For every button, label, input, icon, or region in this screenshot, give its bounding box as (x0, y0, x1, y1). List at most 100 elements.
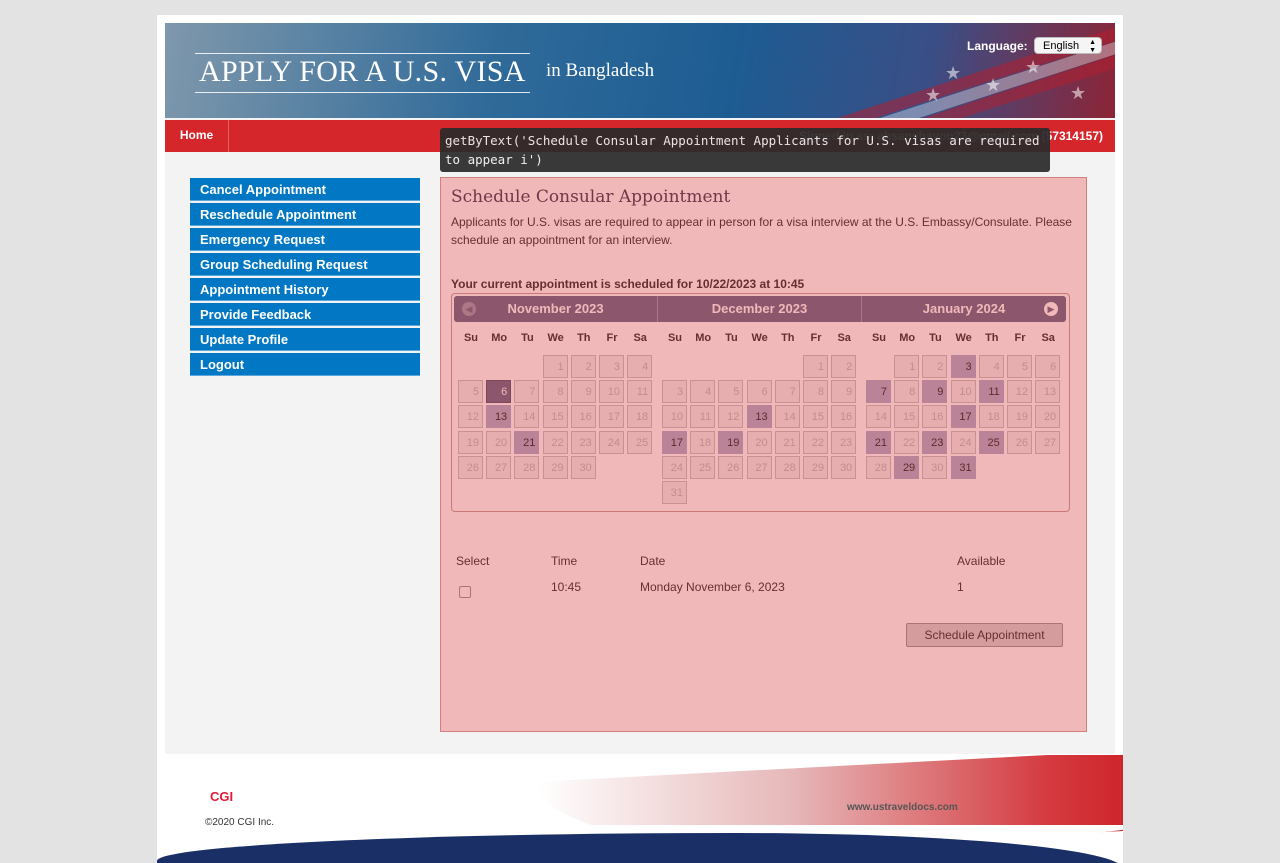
calendar-day: 8 (542, 380, 568, 404)
calendar-day: 19 (458, 430, 483, 454)
calendar-day: 26 (1007, 430, 1032, 454)
slot-header-date: Date (640, 554, 666, 568)
calendar-day: 30 (922, 455, 948, 479)
calendar-day: 30 (570, 455, 596, 479)
calendar-day: 8 (894, 380, 920, 404)
sidebar-item-appointment-history[interactable]: Appointment History (190, 278, 420, 301)
calendar-day-available[interactable]: 21 (866, 430, 891, 454)
page-description: Applicants for U.S. visas are required t… (451, 215, 1072, 247)
language-label: Language: (967, 39, 1028, 53)
sidebar-item-logout[interactable]: Logout (190, 353, 420, 376)
calendar-day: 8 (803, 380, 828, 404)
calendar-day: 9 (831, 380, 857, 404)
calendar-day: 5 (458, 380, 483, 404)
calendar-day-available[interactable]: 3 (950, 355, 976, 378)
calendar-day: 27 (486, 455, 512, 479)
calendar-day: 11 (690, 405, 716, 429)
calendar-day: 15 (803, 405, 828, 429)
weekday-label: We (955, 332, 972, 344)
calendar-day-available[interactable]: 7 (866, 380, 891, 404)
calendar-day: 1 (803, 355, 828, 378)
slot-header-time: Time (551, 554, 578, 568)
calendar-day: 3 (662, 380, 687, 404)
sidebar-item-update-profile[interactable]: Update Profile (190, 328, 420, 351)
weekday-label: Su (667, 332, 683, 344)
calendar-day: 28 (514, 455, 540, 479)
calendar-day: 18 (627, 405, 653, 429)
calendar-day: 15 (542, 405, 568, 429)
schedule-appointment-button[interactable]: Schedule Appointment (906, 623, 1063, 647)
weekday-label: Fr (1014, 332, 1026, 344)
slot-date: Monday November 6, 2023 (640, 580, 785, 594)
calendar-day: 26 (718, 455, 744, 479)
calendar-day: 30 (831, 455, 857, 479)
calendar-day-available[interactable]: 23 (922, 430, 948, 454)
sidebar-item-reschedule-appointment[interactable]: Reschedule Appointment (190, 203, 420, 226)
calendar-day: 15 (894, 405, 920, 429)
calendar-day-available[interactable]: 13 (486, 405, 512, 429)
calendar-day: 14 (774, 405, 800, 429)
calendar-day: 26 (458, 455, 483, 479)
calendar-day: 6 (746, 380, 772, 404)
slot-checkbox[interactable] (459, 586, 471, 598)
calendar-day: 2 (570, 355, 596, 378)
calendar-day-available[interactable]: 25 (978, 430, 1004, 454)
weekday-label: Mo (491, 332, 508, 344)
next-month-icon[interactable]: ▶ (1044, 302, 1058, 316)
weekday-label: We (547, 332, 564, 344)
prev-month-icon[interactable]: ◀ (462, 302, 476, 316)
calendar-day: 16 (570, 405, 596, 429)
sidebar-item-emergency-request[interactable]: Emergency Request (190, 228, 420, 251)
slot-available: 1 (957, 580, 964, 594)
calendar-day-available[interactable]: 11 (978, 380, 1004, 404)
calendar-day: 18 (690, 430, 716, 454)
calendar-day-available[interactable]: 19 (718, 430, 744, 454)
star-icon: ★ (1025, 57, 1042, 77)
page-title: Schedule Consular Appointment (451, 187, 731, 207)
calendar-day: 4 (690, 380, 716, 404)
footer: CGI ©2020 CGI Inc. www.ustraveldocs.com (157, 755, 1123, 863)
star-icon: ★ (985, 75, 1002, 95)
datepicker-header: November 2023 December 2023 January 2024… (454, 296, 1066, 322)
calendar-day-selected[interactable]: 6 (486, 380, 512, 404)
language-select[interactable]: English ▲ ▼ (1034, 37, 1102, 54)
calendar-day: 5 (718, 380, 744, 404)
calendar-day: 1 (542, 355, 568, 378)
cgi-logo: CGI (210, 789, 234, 804)
nav-home-link[interactable]: Home (165, 120, 229, 152)
calendar-day-available[interactable]: 21 (514, 430, 540, 454)
calendar-day-available[interactable]: 17 (662, 430, 687, 454)
calendar-day-available[interactable]: 9 (922, 380, 948, 404)
calendar-day: 4 (627, 355, 653, 378)
calendar-day: 25 (690, 455, 716, 479)
calendar-day: 9 (570, 380, 596, 404)
calendar-day: 28 (774, 455, 800, 479)
calendar-day: 27 (746, 455, 772, 479)
calendar-day: 21 (774, 430, 800, 454)
weekday-label: We (751, 332, 768, 344)
site-title: APPLY FOR A U.S. VISA (195, 53, 530, 93)
sidebar-item-cancel-appointment[interactable]: Cancel Appointment (190, 178, 420, 201)
sidebar-item-provide-feedback[interactable]: Provide Feedback (190, 303, 420, 326)
calendar-day-available[interactable]: 29 (894, 455, 920, 479)
sidebar-item-group-scheduling[interactable]: Group Scheduling Request (190, 253, 420, 276)
calendar-day: 31 (662, 481, 687, 504)
slot-time: 10:45 (551, 580, 582, 594)
calendar-day-available[interactable]: 13 (746, 405, 772, 429)
star-icon: ★ (925, 85, 942, 105)
calendar-day: 24 (950, 430, 976, 454)
calendar-day: 12 (1007, 380, 1032, 404)
weekday-label: Th (985, 332, 999, 344)
sidebar: Cancel Appointment Reschedule Appointmen… (190, 178, 420, 378)
calendar-day-available[interactable]: 17 (950, 405, 976, 429)
datepicker: November 2023 December 2023 January 2024… (451, 293, 1070, 512)
weekday-label: Tu (725, 332, 738, 344)
month-title: December 2023 (711, 301, 808, 316)
calendar-day: 11 (627, 380, 653, 404)
calendar-day: 29 (542, 455, 568, 479)
star-icon: ★ (1070, 83, 1087, 103)
calendar-day-available[interactable]: 31 (950, 455, 976, 479)
calendar-day: 24 (662, 455, 687, 479)
month-title: January 2024 (922, 301, 1006, 316)
calendar-day: 5 (1007, 355, 1032, 378)
